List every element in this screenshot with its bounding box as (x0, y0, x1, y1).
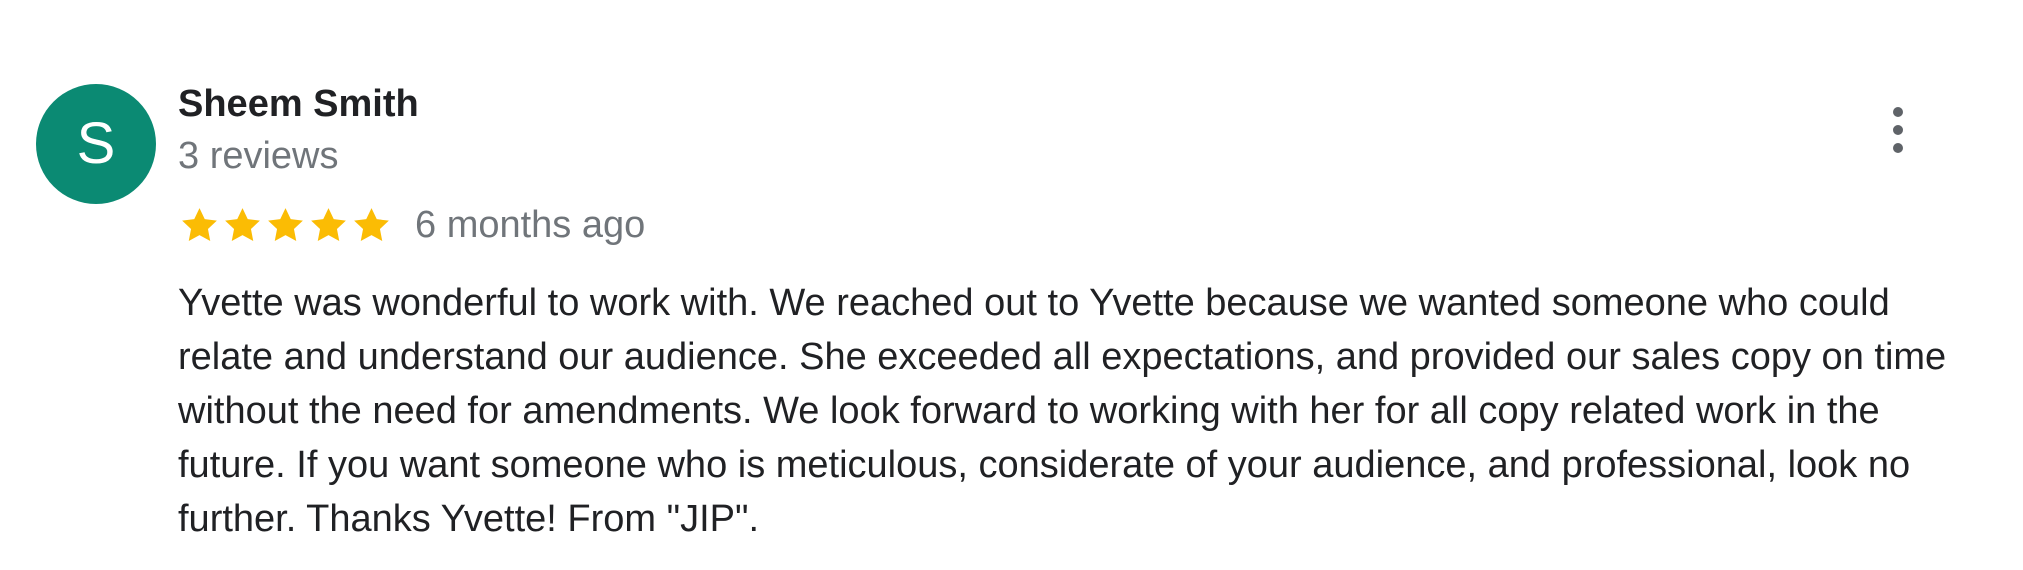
reviewer-review-count: 3 reviews (178, 135, 339, 177)
review-card: S Sheem Smith 3 reviews 6 months ago Yve… (0, 0, 2023, 570)
more-options-button[interactable] (1876, 102, 1920, 158)
star-icon (307, 204, 350, 247)
star-rating (178, 201, 393, 249)
review-text: Yvette was wonderful to work with. We re… (178, 282, 1947, 540)
review-time: 6 months ago (415, 204, 646, 246)
rating-row: 6 months ago (178, 201, 645, 249)
reviewer-avatar[interactable]: S (36, 84, 156, 204)
star-icon (221, 204, 264, 247)
star-icon (264, 204, 307, 247)
star-icon (178, 204, 221, 247)
more-vertical-icon (1893, 107, 1903, 153)
reviewer-name[interactable]: Sheem Smith (178, 82, 419, 126)
star-icon (350, 204, 393, 247)
